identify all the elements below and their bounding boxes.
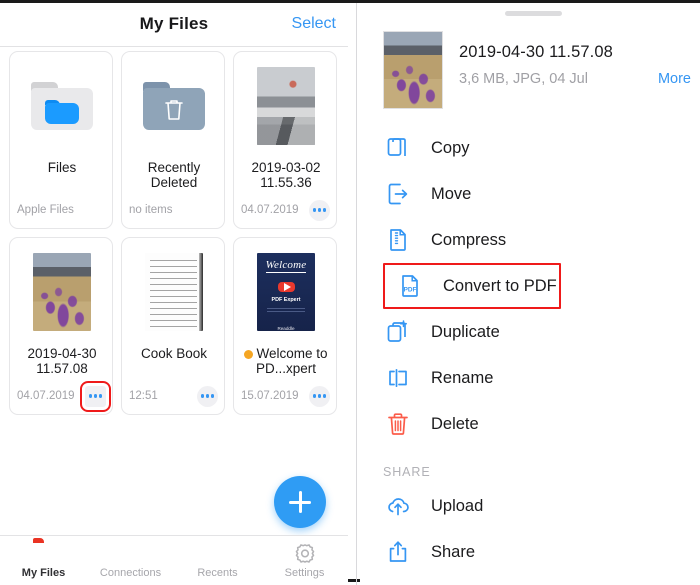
file-card-subtitle: 15.07.2019 xyxy=(241,390,299,402)
action-sheet-panel: 2019-04-30 11.57.08 3,6 MB, JPG, 04 Jul … xyxy=(360,3,700,585)
file-card-title: 2019-03-02 11.55.36 xyxy=(251,160,321,190)
tab-label: My Files xyxy=(21,567,66,579)
file-grid-row: 2019-04-30 11.57.08 04.07.2019 Cook Book… xyxy=(0,237,348,423)
rename-icon xyxy=(385,365,411,391)
action-delete[interactable]: Delete xyxy=(360,401,700,447)
file-card-photo-crocus[interactable]: 2019-04-30 11.57.08 04.07.2019 xyxy=(9,237,113,415)
trash-icon xyxy=(165,100,183,120)
pdf-file-icon: PDF xyxy=(397,273,423,299)
file-card-recently-deleted[interactable]: Recently Deleted no items xyxy=(121,51,225,229)
file-card-photo-balloon[interactable]: 2019-03-02 11.55.36 04.07.2019 xyxy=(233,51,337,229)
file-card-footer: 04.07.2019 xyxy=(241,199,330,221)
file-thumbnail xyxy=(383,31,443,109)
file-card-title: Welcome to PD...xpert xyxy=(236,346,336,376)
file-grid: Files Apple Files Recently Deleted no it… xyxy=(0,51,348,423)
clock-icon xyxy=(207,542,229,564)
action-upload[interactable]: Upload xyxy=(360,483,700,529)
file-name: 2019-04-30 11.57.08 xyxy=(459,43,613,61)
file-card-title: Recently Deleted xyxy=(147,160,201,190)
file-grid-row: Files Apple Files Recently Deleted no it… xyxy=(0,51,348,237)
pdf-cover-thumbnail: Welcome PDF Expert Readdle xyxy=(234,238,336,346)
file-card-footer: no items xyxy=(129,199,218,221)
file-card-subtitle: 12:51 xyxy=(129,390,158,402)
file-card-footer: 12:51 xyxy=(129,385,218,407)
file-card-welcome-pdf[interactable]: Welcome PDF Expert Readdle Welcome to PD… xyxy=(233,237,337,415)
tab-label: Connections xyxy=(99,567,162,579)
tab-label: Settings xyxy=(284,567,325,579)
photo-thumbnail xyxy=(234,52,336,160)
cloud-upload-icon xyxy=(385,493,411,519)
trash-folder-icon xyxy=(122,52,224,160)
more-options-icon[interactable] xyxy=(197,385,218,407)
file-meta: 3,6 MB, JPG, 04 Jul xyxy=(459,71,588,87)
document-thumbnail xyxy=(122,238,224,346)
action-label: Compress xyxy=(431,230,507,249)
bottom-tab-bar: My Files Connections Recents Settings xyxy=(0,535,348,585)
tab-label: Recents xyxy=(197,567,238,579)
panel-divider xyxy=(356,3,357,585)
more-options-icon[interactable] xyxy=(309,199,330,221)
action-label: Move xyxy=(431,184,472,203)
share-icon xyxy=(385,539,411,565)
action-move[interactable]: Move xyxy=(360,171,700,217)
pdf-expert-folder-icon xyxy=(33,542,55,564)
gear-icon xyxy=(294,542,316,564)
action-share[interactable]: Share xyxy=(360,529,700,575)
file-card-footer: 15.07.2019 xyxy=(241,385,330,407)
svg-text:PDF: PDF xyxy=(404,286,417,293)
file-card-title: 2019-04-30 11.57.08 xyxy=(27,346,97,376)
duplicate-icon xyxy=(385,319,411,345)
action-list: Copy Move Compress PDF Convert to PDF Du… xyxy=(360,125,700,575)
action-label: Rename xyxy=(431,368,494,387)
file-card-footer: 04.07.2019 xyxy=(17,380,111,412)
file-card-subtitle: 04.07.2019 xyxy=(241,204,299,216)
tab-my-files[interactable]: My Files xyxy=(0,536,87,585)
action-label: Copy xyxy=(431,138,470,157)
action-rename[interactable]: Rename xyxy=(360,355,700,401)
select-button[interactable]: Select xyxy=(292,15,336,33)
action-copy[interactable]: Copy xyxy=(360,125,700,171)
tab-recents[interactable]: Recents xyxy=(174,536,261,585)
action-compress[interactable]: Compress xyxy=(360,217,700,263)
wifi-icon xyxy=(120,542,142,564)
photo-thumbnail xyxy=(10,238,112,346)
action-duplicate[interactable]: Duplicate xyxy=(360,309,700,355)
action-label: Convert to PDF xyxy=(443,276,557,295)
unread-dot-icon xyxy=(244,350,254,359)
action-convert-to-pdf[interactable]: PDF Convert to PDF xyxy=(383,263,561,309)
sheet-drag-handle[interactable] xyxy=(505,11,562,16)
more-button[interactable]: More xyxy=(658,71,691,87)
action-label: Delete xyxy=(431,414,479,433)
compress-icon xyxy=(385,227,411,253)
navigation-bar: My Files Select xyxy=(0,3,348,47)
more-options-icon[interactable] xyxy=(309,385,330,407)
more-options-icon[interactable] xyxy=(80,380,111,412)
file-card-footer: Apple Files xyxy=(17,199,106,221)
copy-icon xyxy=(385,135,411,161)
my-files-panel: My Files Select Files Apple Files Recent… xyxy=(0,3,348,585)
file-card-title: Cook Book xyxy=(140,346,208,361)
app-screenshot: My Files Select Files Apple Files Recent… xyxy=(0,3,700,585)
action-label: Upload xyxy=(431,496,484,515)
add-file-button[interactable] xyxy=(274,476,326,528)
share-section-header: SHARE xyxy=(383,465,431,479)
tab-settings[interactable]: Settings xyxy=(261,536,348,585)
move-icon xyxy=(385,181,411,207)
tab-connections[interactable]: Connections xyxy=(87,536,174,585)
folder-icon xyxy=(10,52,112,160)
file-card-subtitle: no items xyxy=(129,204,173,216)
trash-icon xyxy=(385,411,411,437)
file-card-subtitle: 04.07.2019 xyxy=(17,390,75,402)
action-label: Duplicate xyxy=(431,322,500,341)
file-card-title: Files xyxy=(47,160,77,175)
file-card-files[interactable]: Files Apple Files xyxy=(9,51,113,229)
file-card-subtitle: Apple Files xyxy=(17,204,74,216)
file-card-cook-book[interactable]: Cook Book 12:51 xyxy=(121,237,225,415)
file-info-header: 2019-04-30 11.57.08 3,6 MB, JPG, 04 Jul … xyxy=(383,31,691,109)
action-label: Share xyxy=(431,542,476,561)
file-card-title-text: Welcome to PD...xpert xyxy=(255,346,328,376)
